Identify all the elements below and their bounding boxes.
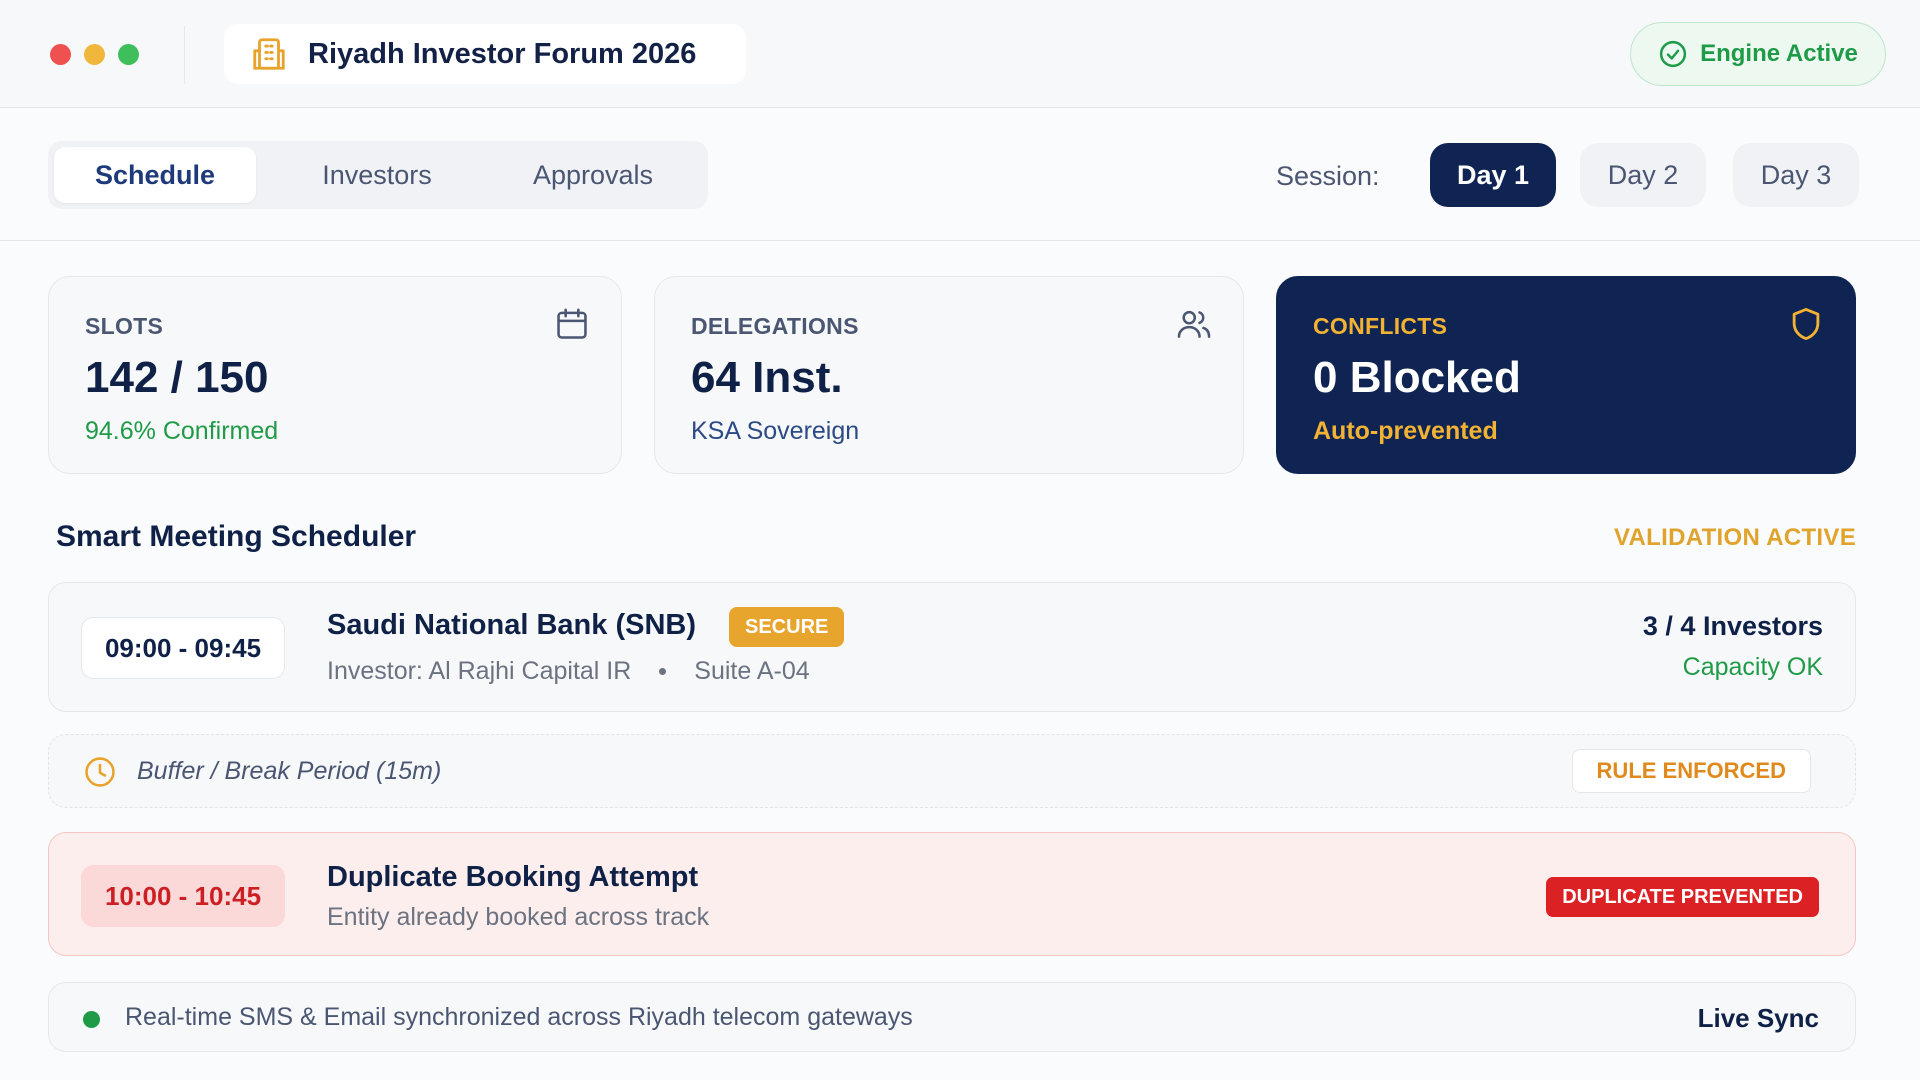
- live-sync-label: Live Sync: [1697, 1003, 1819, 1033]
- app-title-chip: Riyadh Investor Forum 2026: [224, 24, 746, 84]
- building-icon: [253, 38, 285, 70]
- session-label: Session:: [1276, 161, 1380, 191]
- buffer-row: Buffer / Break Period (15m) RULE ENFORCE…: [48, 734, 1856, 808]
- titlebar-divider: [184, 26, 185, 84]
- secure-badge: SECURE: [729, 607, 845, 647]
- duplicate-prevented-badge: DUPLICATE PREVENTED: [1546, 877, 1819, 917]
- slots-value: 142 / 150: [85, 353, 269, 402]
- conflicts-sub: Auto-prevented: [1313, 417, 1498, 445]
- meeting-time: 09:00 - 09:45: [81, 617, 285, 679]
- meeting-investor: Investor: Al Rajhi Capital IR: [327, 657, 632, 685]
- delegations-value: 64 Inst.: [691, 353, 843, 402]
- day-2-button[interactable]: Day 2: [1580, 143, 1706, 207]
- main-tabs: Schedule Investors Approvals: [48, 141, 708, 209]
- window-close-button[interactable]: [50, 44, 71, 65]
- separator-dot: [659, 668, 667, 675]
- tab-schedule[interactable]: Schedule: [54, 147, 256, 203]
- users-icon: [1177, 310, 1211, 338]
- window-maximize-button[interactable]: [118, 44, 139, 65]
- scheduler-title: Smart Meeting Scheduler: [56, 520, 417, 553]
- conflicts-card: CONFLICTS 0 Blocked Auto-prevented: [1276, 276, 1856, 474]
- delegations-label: DELEGATIONS: [691, 313, 859, 339]
- title-bar: Riyadh Investor Forum 2026 Engine Active: [0, 0, 1920, 108]
- capacity-count: 3 / 4 Investors: [1642, 611, 1823, 641]
- day-3-button[interactable]: Day 3: [1733, 143, 1859, 207]
- duplicate-title: Duplicate Booking Attempt: [327, 861, 699, 893]
- clock-icon: [85, 757, 115, 787]
- rule-enforced-badge: RULE ENFORCED: [1571, 749, 1811, 793]
- calendar-icon: [557, 308, 587, 339]
- slots-card: SLOTS 142 / 150 94.6% Confirmed: [48, 276, 622, 474]
- window-minimize-button[interactable]: [84, 44, 105, 65]
- engine-status-pill[interactable]: Engine Active: [1630, 22, 1886, 86]
- app-title: Riyadh Investor Forum 2026: [308, 37, 697, 70]
- delegations-sub: KSA Sovereign: [691, 417, 860, 445]
- meeting-details: Investor: Al Rajhi Capital IR Suite A-04: [327, 657, 810, 686]
- meeting-title: Saudi National Bank (SNB): [327, 609, 696, 641]
- duplicate-row[interactable]: 10:00 - 10:45 Duplicate Booking Attempt …: [48, 832, 1856, 956]
- tab-approvals[interactable]: Approvals: [488, 147, 698, 203]
- slots-label: SLOTS: [85, 313, 164, 339]
- capacity-status: Capacity OK: [1682, 653, 1823, 681]
- duplicate-time: 10:00 - 10:45: [81, 865, 285, 927]
- sync-indicator-dot: [83, 1011, 100, 1028]
- duplicate-subtitle: Entity already booked across track: [327, 903, 710, 931]
- validation-status: VALIDATION ACTIVE: [1614, 524, 1856, 551]
- toolbar: Schedule Investors Approvals Session: Da…: [0, 109, 1920, 241]
- engine-status-label: Engine Active: [1700, 40, 1858, 67]
- conflicts-label: CONFLICTS: [1313, 313, 1448, 339]
- meeting-row[interactable]: 09:00 - 09:45 Saudi National Bank (SNB) …: [48, 582, 1856, 712]
- sync-message: Real-time SMS & Email synchronized acros…: [125, 1003, 913, 1031]
- delegations-card: DELEGATIONS 64 Inst. KSA Sovereign: [654, 276, 1244, 474]
- slots-confirmed: 94.6% Confirmed: [85, 417, 279, 445]
- buffer-label: Buffer / Break Period (15m): [137, 757, 442, 785]
- day-1-button[interactable]: Day 1: [1430, 143, 1556, 207]
- meeting-location: Suite A-04: [694, 657, 810, 685]
- sync-status-bar: Real-time SMS & Email synchronized acros…: [48, 982, 1856, 1052]
- conflicts-value: 0 Blocked: [1313, 353, 1521, 402]
- shield-icon: [1792, 308, 1820, 340]
- check-circle-icon: [1659, 40, 1687, 68]
- tab-investors[interactable]: Investors: [272, 147, 482, 203]
